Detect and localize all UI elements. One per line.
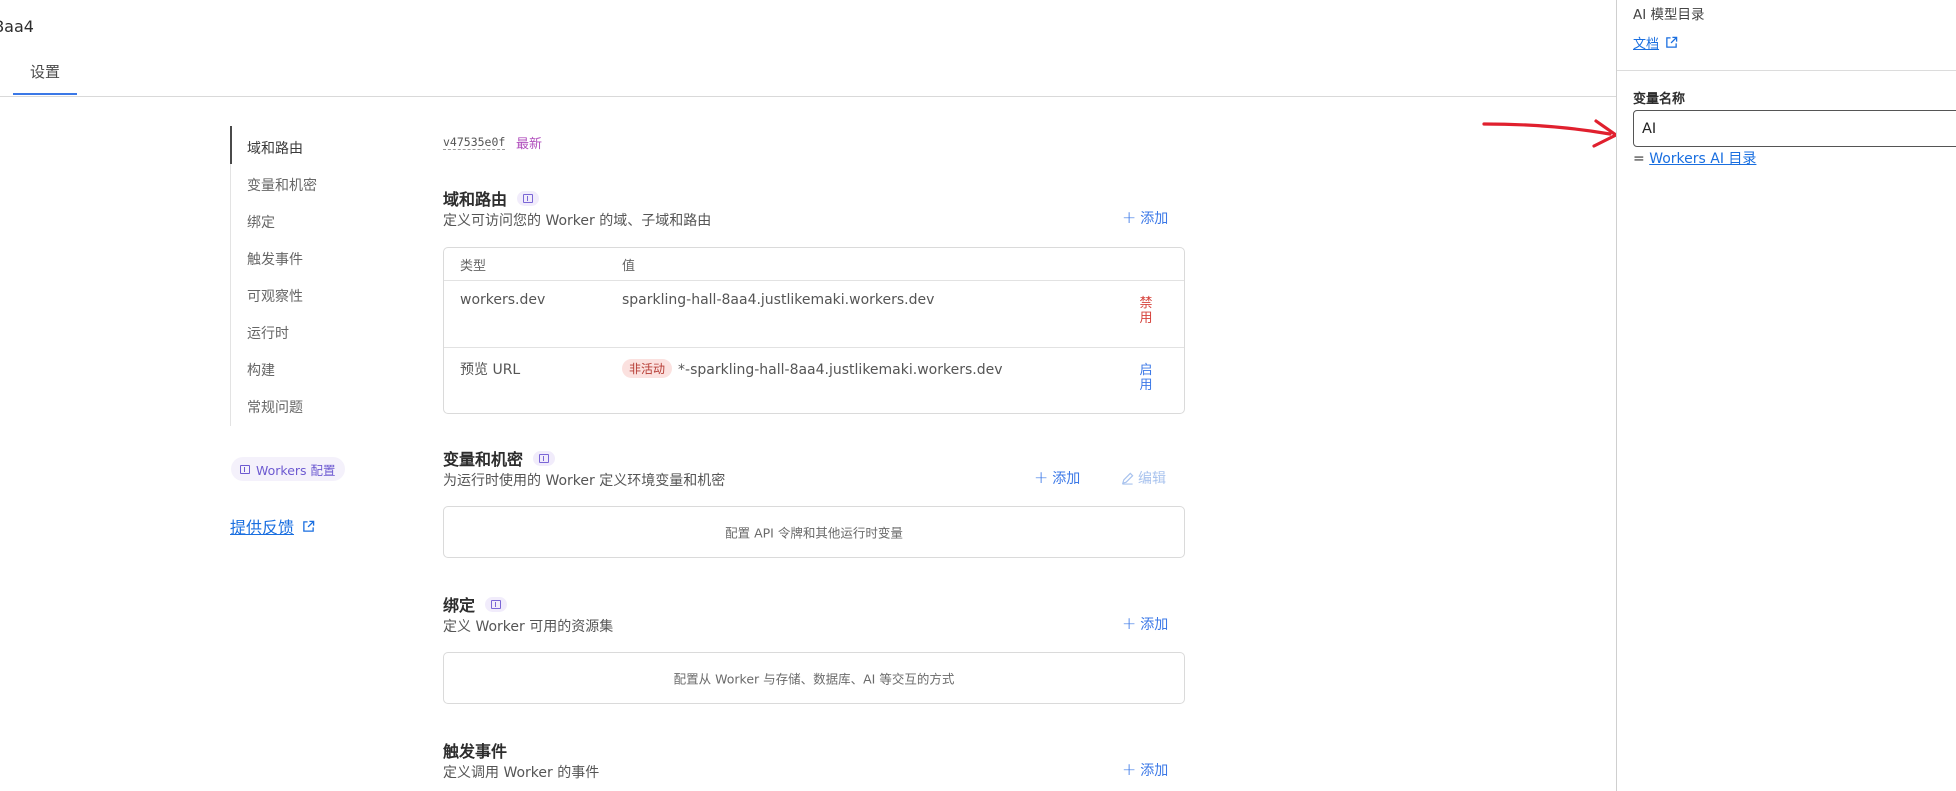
panel-divider (1617, 70, 1956, 71)
bindings-empty-card[interactable]: 配置从 Worker 与存储、数据库、AI 等交互的方式 (443, 652, 1185, 704)
bindings-add-button[interactable]: + 添加 (1122, 614, 1168, 634)
version-latest-tag: 最新 (516, 137, 543, 152)
variables-empty-text: 配置 API 令牌和其他运行时变量 (725, 525, 903, 541)
domains-section-title: 域和路由 (443, 186, 540, 210)
domains-add-button[interactable]: + 添加 (1122, 208, 1168, 228)
row-type: workers.dev (460, 292, 546, 308)
sidebar-item-faq[interactable]: 常规问题 (247, 397, 303, 417)
sidebar-item-runtime[interactable]: 运行时 (247, 323, 289, 343)
feedback-label: 提供反馈 (230, 518, 295, 537)
header-divider (0, 96, 1616, 97)
tab-settings-label: 设置 (29, 63, 60, 81)
feedback-link[interactable]: 提供反馈 (230, 514, 315, 538)
routes-table: 类型 值 workers.dev sparkling-hall-8aa4.jus… (443, 247, 1185, 414)
workers-ai-catalog-link[interactable]: Workers AI 目录 (1649, 151, 1756, 167)
column-header-value: 值 (622, 259, 636, 274)
doc-icon[interactable] (517, 190, 540, 206)
plus-icon: + (1034, 468, 1049, 488)
sidenav-active-indicator (230, 126, 232, 164)
table-divider (444, 347, 1184, 348)
external-link-icon (1666, 36, 1678, 48)
external-link-icon (303, 520, 315, 532)
variables-edit-button[interactable]: 编辑 (1121, 468, 1166, 488)
tab-settings[interactable]: 设置 (13, 61, 77, 95)
domains-add-label: 添加 (1140, 211, 1169, 227)
panel-doc-label: 文档 (1633, 37, 1660, 52)
variables-section-title: 变量和机密 (443, 446, 556, 470)
bindings-empty-text: 配置从 Worker 与存储、数据库、AI 等交互的方式 (673, 671, 955, 687)
triggers-section-title: 触发事件 (443, 738, 507, 762)
doc-icon[interactable] (533, 450, 556, 466)
variables-add-label: 添加 (1052, 471, 1081, 487)
variables-title-text: 变量和机密 (443, 450, 524, 469)
plus-icon: + (1122, 614, 1137, 634)
plus-icon: + (1122, 760, 1137, 780)
variables-subtitle: 为运行时使用的 Worker 定义环境变量和机密 (443, 473, 726, 489)
workers-config-label: Workers 配置 (256, 462, 336, 478)
triggers-subtitle: 定义调用 Worker 的事件 (443, 765, 600, 781)
variable-name-label: 变量名称 (1633, 92, 1686, 107)
panel-doc-link[interactable]: 文档 (1633, 33, 1678, 52)
version-id[interactable]: v47535e0f (443, 135, 506, 150)
workers-config-pill[interactable]: Workers 配置 (231, 457, 345, 481)
column-header-type: 类型 (460, 259, 487, 274)
variable-name-input[interactable] (1633, 110, 1956, 147)
sidebar-item-observability[interactable]: 可观察性 (247, 286, 303, 306)
red-arrow-annotation (1482, 119, 1618, 148)
disable-button[interactable]: 禁用 (1138, 296, 1154, 326)
triggers-title-text: 触发事件 (443, 742, 508, 761)
triggers-add-label: 添加 (1140, 763, 1169, 779)
row-value-wrap: 非活动 *-sparkling-hall-8aa4.justlikemaki.wo… (622, 359, 1002, 378)
domains-subtitle: 定义可访问您的 Worker 的域、子域和路由 (443, 213, 712, 229)
doc-icon (240, 464, 250, 474)
sidebar-item-bindings[interactable]: 绑定 (247, 212, 275, 232)
table-divider (444, 280, 1184, 281)
doc-icon[interactable] (485, 596, 508, 612)
row-value: sparkling-hall-8aa4.justlikemaki.workers… (622, 292, 935, 308)
sidebar-item-variables[interactable]: 变量和机密 (247, 175, 317, 195)
status-badge: 非活动 (622, 359, 673, 378)
row-type: 预览 URL (460, 362, 521, 378)
triggers-add-button[interactable]: + 添加 (1122, 760, 1168, 780)
bindings-section-title: 绑定 (443, 592, 508, 616)
enable-button[interactable]: 启用 (1138, 363, 1154, 393)
row-value: *-sparkling-hall-8aa4.justlikemaki.worke… (678, 362, 1003, 378)
sidenav-track (230, 126, 231, 426)
bindings-add-label: 添加 (1140, 617, 1169, 633)
variables-edit-label: 编辑 (1138, 471, 1166, 487)
catalog-prefix: = (1633, 151, 1645, 167)
sidebar-item-triggers[interactable]: 触发事件 (247, 249, 303, 269)
variables-empty-card[interactable]: 配置 API 令牌和其他运行时变量 (443, 506, 1185, 558)
bindings-subtitle: 定义 Worker 可用的资源集 (443, 619, 614, 635)
plus-icon: + (1122, 208, 1137, 228)
variables-add-button[interactable]: + 添加 (1034, 468, 1080, 488)
ai-catalog-panel: AI 模型目录 文档 变量名称 = Workers AI 目录 (1616, 0, 1956, 791)
page-title: 8aa4 (0, 17, 34, 36)
panel-title: AI 模型目录 (1633, 7, 1705, 23)
sidebar-item-build[interactable]: 构建 (247, 360, 275, 380)
catalog-line: = Workers AI 目录 (1633, 148, 1756, 168)
sidebar-item-domains[interactable]: 域和路由 (247, 138, 303, 158)
pencil-icon (1121, 472, 1134, 485)
domains-title-text: 域和路由 (443, 190, 508, 209)
bindings-title-text: 绑定 (443, 596, 476, 615)
